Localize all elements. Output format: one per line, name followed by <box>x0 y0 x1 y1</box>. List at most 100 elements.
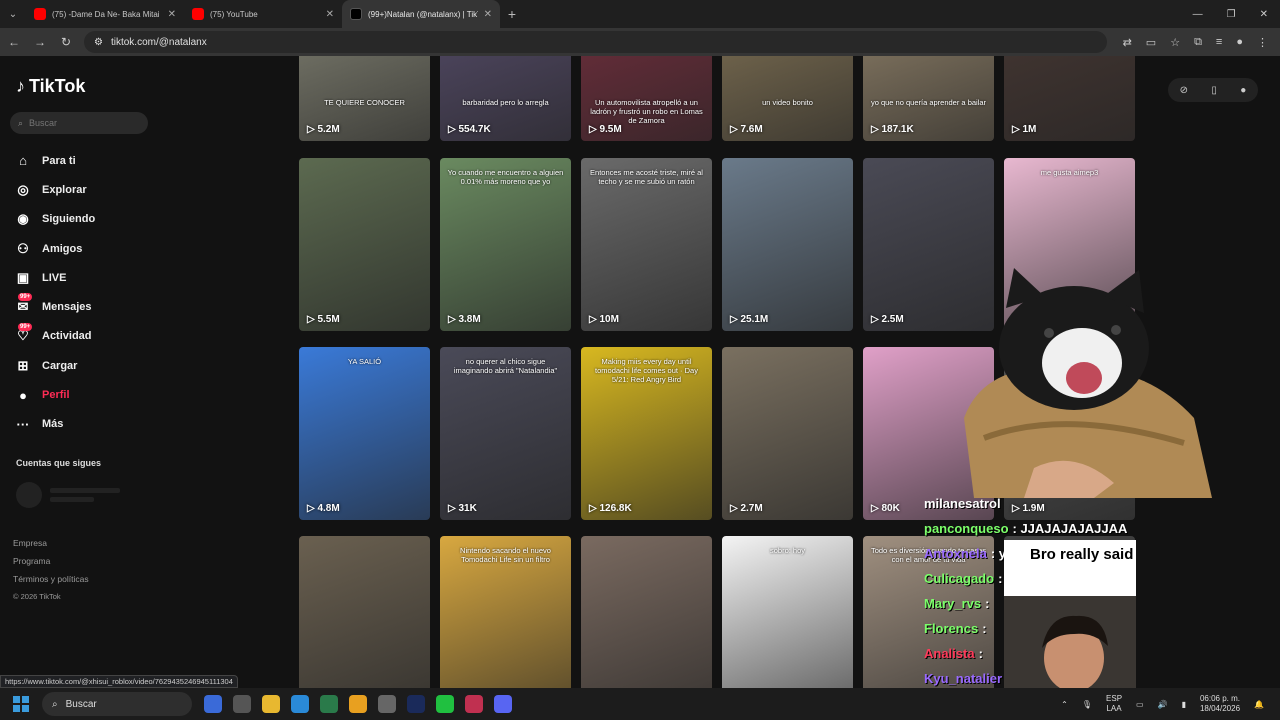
sidebar-item-live[interactable]: ▣ LIVE <box>14 263 95 292</box>
sidebar-item-siguiendo[interactable]: ◉ Siguiendo <box>14 205 95 234</box>
close-icon[interactable]: ✕ <box>484 9 492 20</box>
back-icon[interactable]: ← <box>6 35 22 49</box>
copilot-icon[interactable] <box>204 695 222 713</box>
language-indicator[interactable]: ESP LAA <box>1106 694 1122 714</box>
video-tile[interactable]: ▷ 1M <box>1004 56 1135 141</box>
close-icon[interactable]: ✕ <box>326 9 334 20</box>
video-tile[interactable]: Yo cuando me encuentro a alguien 0.01% m… <box>440 158 571 331</box>
store-icon[interactable] <box>233 695 251 713</box>
sidebar-item-mas[interactable]: ··· Más <box>14 410 95 439</box>
bookmark-star-icon[interactable]: ☆ <box>1170 36 1180 49</box>
edge-icon[interactable] <box>291 695 309 713</box>
video-tile[interactable]: un video bonito ▷ 7.6M <box>722 56 853 141</box>
sidebar-item-mensajes[interactable]: ✉ 99+ Mensajes <box>14 292 95 321</box>
discord-icon[interactable] <box>494 695 512 713</box>
chat-username: panconqueso <box>924 521 1009 536</box>
browser-tab-1[interactable]: (75) -Dame Da Ne- Baka Mitai ✕ <box>26 0 184 28</box>
tab-search-chevron-icon[interactable]: ⌄ <box>0 0 26 28</box>
cast-icon[interactable]: ▭ <box>1146 36 1156 49</box>
extensions-icon[interactable]: ⧉ <box>1194 36 1202 49</box>
volume-icon[interactable]: 🔊 <box>1158 700 1168 709</box>
browser-tab-3[interactable]: (99+)Natalan (@natalanx) | TikTok ✕ <box>342 0 500 28</box>
footer-link-terminos[interactable]: Términos y políticas <box>13 570 89 588</box>
taskbar-search[interactable]: ⌕ Buscar <box>42 692 192 716</box>
browser-tab-2[interactable]: (75) YouTube ✕ <box>184 0 342 28</box>
sidebar-item-explorar[interactable]: ◎ Explorar <box>14 175 95 204</box>
video-tile[interactable]: ▷ 2.7M <box>722 347 853 520</box>
search-input[interactable] <box>29 118 130 128</box>
footer-link-empresa[interactable]: Empresa <box>13 534 89 552</box>
sidebar-item-actividad[interactable]: ♡ 99+ Actividad <box>14 322 95 351</box>
green-app-icon[interactable] <box>436 695 454 713</box>
reading-list-icon[interactable]: ≡ <box>1216 36 1222 49</box>
maximize-icon[interactable]: ❐ <box>1227 9 1236 20</box>
mic-icon[interactable]: 🎙 <box>1082 700 1092 709</box>
reload-icon[interactable]: ↻ <box>58 35 74 49</box>
footer-link-programa[interactable]: Programa <box>13 552 89 570</box>
video-tile[interactable]: no querer al chico sigue imaginando abri… <box>440 347 571 520</box>
video-tile[interactable]: barbaridad pero lo arregla ▷ 554.7K <box>440 56 571 141</box>
site-info-icon[interactable]: ⚙ <box>94 37 103 48</box>
new-tab-button[interactable]: + <box>500 6 524 22</box>
video-caption: Entonces me acosté triste, miré al techo… <box>590 168 703 186</box>
video-tile[interactable]: Un automovilista atropelló a un ladrón y… <box>581 56 712 141</box>
chevron-up-icon[interactable]: ⌃ <box>1061 700 1068 709</box>
video-tile[interactable]: YA SALIÓ ▷ 4.8M <box>299 347 430 520</box>
chat-text: : JJAJAJAJAJJAA <box>1012 521 1128 536</box>
sidebar-item-label: LIVE <box>42 271 67 284</box>
video-tile[interactable]: ▷ 25.1M <box>722 158 853 331</box>
video-tile[interactable]: TE QUIERE CONOCER ▷ 5.2M <box>299 56 430 141</box>
video-tile[interactable] <box>299 536 430 688</box>
sidebar-item-cargar[interactable]: ⊞ Cargar <box>14 351 95 380</box>
battery-icon[interactable]: ▮ <box>1182 700 1186 709</box>
view-count-value: 7.6M <box>740 124 763 135</box>
sidebar-footer: Empresa Programa Términos y políticas © … <box>13 534 89 606</box>
view-count: ▷ 554.7K <box>448 124 491 135</box>
phone-icon[interactable]: ▯ <box>1211 85 1217 96</box>
url-field[interactable]: ⚙ tiktok.com/@natalanx <box>84 31 1107 53</box>
close-icon[interactable]: ✕ <box>168 9 176 20</box>
obs-icon[interactable] <box>378 695 396 713</box>
tiktok-logo[interactable]: ♪ TikTok <box>16 76 85 97</box>
taskbar-search-label: Buscar <box>65 698 97 710</box>
red-app-icon[interactable] <box>465 695 483 713</box>
minimize-icon[interactable]: — <box>1193 9 1203 20</box>
profile-avatar-icon[interactable]: ● <box>1236 36 1243 49</box>
sidebar-item-amigos[interactable]: ⚇ Amigos <box>14 234 95 263</box>
sidebar-item-label: Amigos <box>42 242 83 255</box>
clock[interactable]: 06:06 p. m. 18/04/2026 <box>1200 694 1240 714</box>
play-icon: ▷ <box>1012 124 1023 135</box>
video-tile[interactable]: Making miis every day until tomodachi li… <box>581 347 712 520</box>
notifications-icon[interactable]: 🔔 <box>1254 700 1264 709</box>
browser-menu-icon[interactable]: ⋮ <box>1257 36 1268 49</box>
view-count-value: 554.7K <box>458 124 491 135</box>
windows-start-icon[interactable] <box>10 693 32 715</box>
excel-icon[interactable] <box>320 695 338 713</box>
sidebar-item-perfil[interactable]: ● Perfil <box>14 380 95 409</box>
compass-icon[interactable]: ⊘ <box>1180 85 1188 96</box>
translate-icon[interactable]: ⇄ <box>1123 36 1132 49</box>
view-count: ▷ 10M <box>589 314 619 325</box>
messages-icon: ✉ <box>17 299 29 315</box>
video-tile[interactable]: yo que no quería aprender a bailar ▷ 187.… <box>863 56 994 141</box>
sidebar-item-para-ti[interactable]: ⌂ Para ti <box>14 146 95 175</box>
search-box[interactable]: ⌕ <box>10 112 148 134</box>
view-count-value: 1M <box>1022 124 1037 135</box>
avatar[interactable]: ● <box>1240 85 1246 96</box>
photoshop-icon[interactable] <box>407 695 425 713</box>
video-tile[interactable]: Entonces me acosté triste, miré al techo… <box>581 158 712 331</box>
close-window-icon[interactable]: ✕ <box>1260 9 1268 20</box>
forward-icon[interactable]: → <box>32 35 48 49</box>
chat-username: Culicagado <box>924 571 995 586</box>
video-tile[interactable]: ▷ 5.5M <box>299 158 430 331</box>
network-icon[interactable]: ▭ <box>1136 700 1144 709</box>
video-tile[interactable] <box>581 536 712 688</box>
folder-icon[interactable] <box>262 695 280 713</box>
chrome-icon[interactable] <box>349 695 367 713</box>
video-tile[interactable]: Nintendo sacando el nuevo Tomodachi Life… <box>440 536 571 688</box>
video-tile[interactable]: sobro: hoy <box>722 536 853 688</box>
play-icon: ▷ <box>730 314 741 325</box>
view-count: ▷ 25.1M <box>730 314 768 325</box>
view-count-value: 9.5M <box>599 124 622 135</box>
more-icon: ··· <box>16 416 30 432</box>
